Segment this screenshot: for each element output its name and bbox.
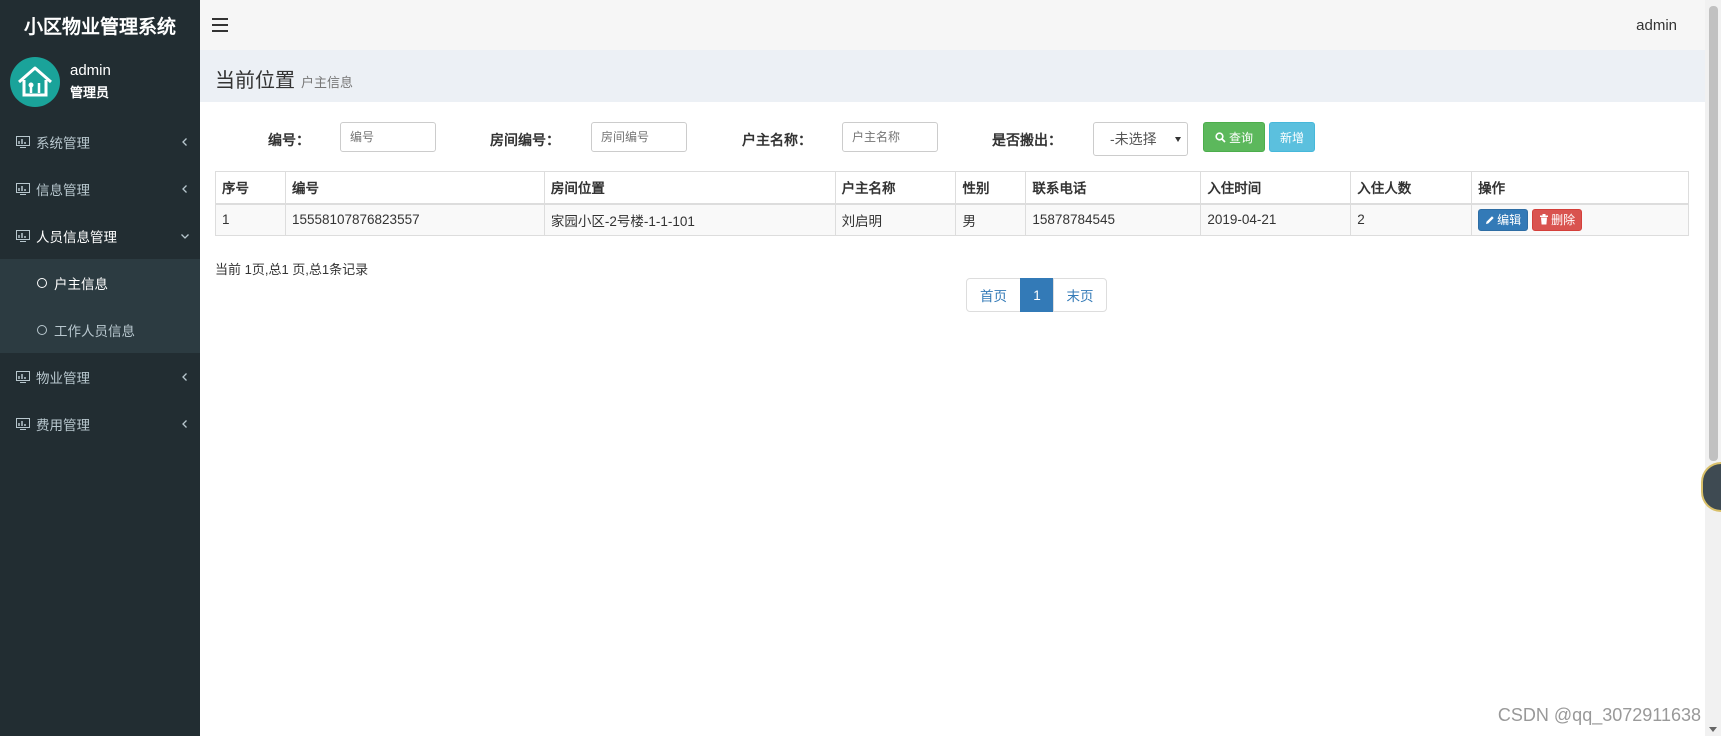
col-header-phone: 联系电话 <box>1025 171 1202 205</box>
menu-toggle-icon[interactable] <box>212 18 228 32</box>
edit-button[interactable]: 编辑 <box>1478 208 1529 231</box>
query-button-label: 查询 <box>1228 130 1253 145</box>
sidebar-subitem-label: 户主信息 <box>54 276 108 292</box>
col-header-owner: 户主名称 <box>834 171 957 205</box>
sidebar-item-fees[interactable]: 费用管理 <box>0 400 200 447</box>
vertical-scrollbar[interactable] <box>1705 0 1721 736</box>
col-header-actions: 操作 <box>1471 171 1689 205</box>
current-page-link[interactable]: 1 <box>1020 278 1054 312</box>
app-logo-title[interactable]: 小区物业管理系统 <box>0 0 200 50</box>
delete-button[interactable]: 删除 <box>1532 208 1583 231</box>
sidebar-item-label: 信息管理 <box>36 182 90 198</box>
room-label: 房间编号： <box>490 132 560 148</box>
sidebar-item-personnel[interactable]: 人员信息管理 <box>0 212 200 259</box>
house-icon <box>18 66 52 97</box>
sidebar-item-label: 系统管理 <box>36 135 90 151</box>
cell-date: 2019-04-21 <box>1200 203 1352 236</box>
query-button[interactable]: 查询 <box>1203 122 1265 152</box>
owner-table-container: 序号 编号 房间位置 户主名称 性别 联系电话 入住时间 入住人数 操作 1 1… <box>215 171 1689 236</box>
chevron-left-icon <box>182 372 187 381</box>
dashboard-icon <box>16 229 30 242</box>
pencil-icon <box>1486 216 1494 224</box>
owner-label: 户主名称： <box>742 132 812 148</box>
table-row: 1 15558107876823557 家园小区-2号楼-1-1-101 刘启明… <box>215 203 1689 236</box>
chevron-left-icon <box>182 419 187 428</box>
owner-input[interactable] <box>842 122 938 152</box>
search-icon <box>1215 131 1226 143</box>
dashboard-icon <box>16 417 30 430</box>
sidebar-item-system[interactable]: 系统管理 <box>0 118 200 165</box>
add-button[interactable]: 新增 <box>1269 122 1315 152</box>
id-input[interactable] <box>340 122 436 152</box>
cell-gender: 男 <box>955 203 1027 236</box>
delete-button-label: 删除 <box>1551 213 1576 228</box>
scroll-down-arrow-icon[interactable] <box>1709 727 1717 732</box>
user-role: 管理员 <box>70 85 110 100</box>
watermark: CSDN @qq_3072911638 <box>1497 705 1701 725</box>
chevron-left-icon <box>182 137 187 146</box>
top-user-name[interactable]: admin <box>1636 17 1677 34</box>
table-header-row: 序号 编号 房间位置 户主名称 性别 联系电话 入住时间 入住人数 操作 <box>215 171 1689 205</box>
sidebar-item-owner-info[interactable]: 户主信息 <box>0 259 200 306</box>
col-header-code: 编号 <box>284 171 545 205</box>
pagination-info: 当前 1页,总1 页,总1条记录 <box>215 262 369 277</box>
sidebar-menu: 系统管理 信息管理 人员信息管理 户主信息 工作人员信息 物业管理 费用管理 <box>0 118 200 447</box>
add-button-label: 新增 <box>1279 130 1304 145</box>
sidebar-subitem-label: 工作人员信息 <box>54 323 135 339</box>
chevron-left-icon <box>182 184 187 193</box>
circle-icon <box>37 277 47 288</box>
cell-index: 1 <box>215 203 286 236</box>
circle-icon <box>37 324 47 335</box>
owner-table: 序号 编号 房间位置 户主名称 性别 联系电话 入住时间 入住人数 操作 1 1… <box>215 171 1689 236</box>
room-input[interactable] <box>591 122 687 152</box>
user-panel: admin 管理员 <box>0 50 200 114</box>
sidebar-item-info[interactable]: 信息管理 <box>0 165 200 212</box>
caret-down-icon <box>1175 137 1181 142</box>
sidebar-item-property[interactable]: 物业管理 <box>0 353 200 400</box>
floating-widget[interactable] <box>1701 462 1721 512</box>
last-page-link[interactable]: 末页 <box>1053 278 1107 312</box>
sidebar-item-label: 人员信息管理 <box>36 229 117 245</box>
pagination: 首页 1 末页 <box>966 278 1107 312</box>
col-header-gender: 性别 <box>955 171 1027 205</box>
cell-code: 15558107876823557 <box>284 203 545 236</box>
sidebar-item-label: 物业管理 <box>36 370 90 386</box>
cell-phone: 15878784545 <box>1025 203 1202 236</box>
trash-icon <box>1540 214 1549 225</box>
chevron-down-icon <box>181 233 189 239</box>
sidebar: 小区物业管理系统 admin 管理员 系统管理 信息管理 人员信息管理 户主信息… <box>0 0 200 736</box>
cell-room: 家园小区-2号楼-1-1-101 <box>543 203 836 236</box>
content-header: 当前位置 户主信息 <box>200 50 1705 102</box>
cell-count: 2 <box>1350 203 1473 236</box>
col-header-date: 入住时间 <box>1200 171 1352 205</box>
search-form: 编号： 房间编号： 户主名称： 是否搬出： -未选择 查询 新增 <box>200 120 1705 156</box>
sidebar-item-staff-info[interactable]: 工作人员信息 <box>0 306 200 353</box>
first-page-link[interactable]: 首页 <box>966 278 1021 312</box>
col-header-index: 序号 <box>215 171 286 205</box>
edit-button-label: 编辑 <box>1497 213 1522 228</box>
top-navbar: admin <box>200 0 1705 50</box>
dashboard-icon <box>16 370 30 383</box>
col-header-room: 房间位置 <box>543 171 836 205</box>
scrollbar-thumb[interactable] <box>1709 6 1718 461</box>
avatar <box>10 57 60 107</box>
dashboard-icon <box>16 182 30 195</box>
moved-out-label: 是否搬出： <box>992 132 1062 148</box>
sidebar-item-label: 费用管理 <box>36 417 90 433</box>
moved-out-selected: -未选择 <box>1110 131 1157 147</box>
page-title: 当前位置 <box>215 70 295 92</box>
moved-out-select[interactable]: -未选择 <box>1093 122 1188 156</box>
page-subtitle: 户主信息 <box>301 75 354 90</box>
submenu-personnel: 户主信息 工作人员信息 <box>0 259 200 353</box>
cell-owner: 刘启明 <box>834 203 957 236</box>
dashboard-icon <box>16 135 30 148</box>
id-label: 编号： <box>268 132 310 148</box>
col-header-count: 入住人数 <box>1350 171 1473 205</box>
cell-actions: 编辑 删除 <box>1471 203 1689 236</box>
user-name: admin <box>70 62 111 79</box>
